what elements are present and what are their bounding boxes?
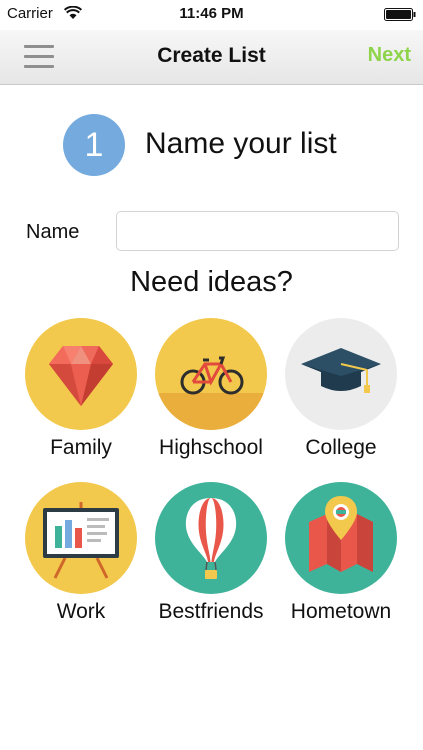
idea-hometown[interactable]: Hometown xyxy=(276,482,406,632)
battery-icon xyxy=(384,8,416,21)
idea-label: Bestfriends xyxy=(158,600,264,623)
step-title: Name your list xyxy=(145,127,337,160)
graduation-cap-icon xyxy=(301,348,381,393)
idea-bestfriends[interactable]: Bestfriends xyxy=(146,482,276,632)
ideas-heading: Need ideas? xyxy=(130,266,293,298)
nav-title: Create List xyxy=(157,44,266,67)
idea-label: Highschool xyxy=(159,436,263,459)
idea-icon-circle xyxy=(155,318,267,430)
idea-label: Hometown xyxy=(290,600,392,623)
create-list-screen: Carrier 11:46 PM Create List Next 1 Name… xyxy=(0,0,423,750)
idea-family[interactable]: Family xyxy=(16,318,146,468)
presentation-board-icon xyxy=(43,502,119,579)
ruby-gem-icon xyxy=(49,346,113,406)
step-number-badge: 1 xyxy=(63,114,125,176)
idea-icon-circle xyxy=(285,318,397,430)
next-button[interactable]: Next xyxy=(368,44,411,67)
idea-highschool[interactable]: Highschool xyxy=(146,318,276,468)
map-pin-icon xyxy=(309,496,373,572)
idea-work[interactable]: Work xyxy=(16,482,146,632)
status-bar: Carrier 11:46 PM xyxy=(0,0,423,30)
hot-air-balloon-icon xyxy=(185,498,237,579)
idea-icon-circle xyxy=(285,482,397,594)
idea-icon-circle xyxy=(155,482,267,594)
idea-label: Family xyxy=(50,436,112,459)
bicycle-icon xyxy=(155,356,267,430)
name-input[interactable] xyxy=(116,211,399,251)
name-label: Name xyxy=(26,221,80,243)
idea-college[interactable]: College xyxy=(276,318,406,468)
navigation-bar: Create List Next xyxy=(0,30,423,85)
idea-icon-circle xyxy=(25,318,137,430)
idea-label: Work xyxy=(56,600,106,623)
clock-label: 11:46 PM xyxy=(179,5,244,22)
idea-icon-circle xyxy=(25,482,137,594)
idea-label: College xyxy=(305,436,377,459)
